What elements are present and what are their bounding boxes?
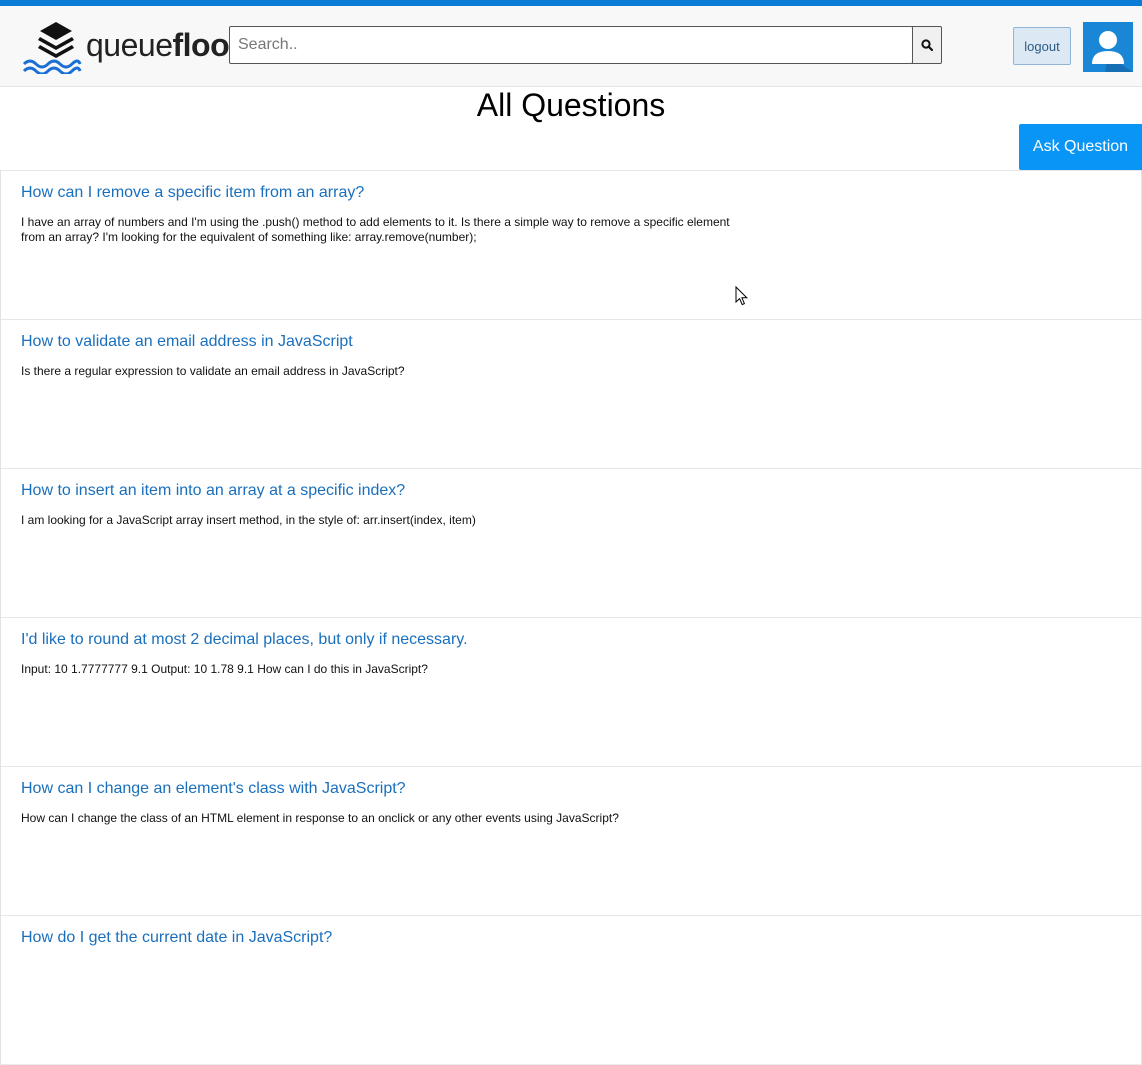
logo-icon xyxy=(22,22,82,76)
header: queueflood logout xyxy=(0,6,1142,87)
logout-button[interactable]: logout xyxy=(1013,27,1071,65)
question-card: How to validate an email address in Java… xyxy=(0,319,1142,469)
question-body: I have an array of numbers and I'm using… xyxy=(21,215,730,244)
search-icon xyxy=(921,39,933,51)
avatar[interactable] xyxy=(1083,22,1133,72)
question-card: How do I get the current date in JavaScr… xyxy=(0,915,1142,1065)
user-silhouette-icon xyxy=(1092,31,1133,72)
question-body: How can I change the class of an HTML el… xyxy=(21,811,619,825)
question-title[interactable]: How to validate an email address in Java… xyxy=(21,332,1121,352)
question-body: Input: 10 1.7777777 9.1 Output: 10 1.78 … xyxy=(21,662,428,676)
logo-text-light: queue xyxy=(86,27,173,63)
page-title: All Questions xyxy=(476,87,666,123)
question-card: How can I change an element's class with… xyxy=(0,766,1142,916)
search-input[interactable] xyxy=(229,26,913,64)
question-card: I'd like to round at most 2 decimal plac… xyxy=(0,617,1142,767)
search-button[interactable] xyxy=(912,26,942,64)
ask-question-button[interactable]: Ask Question xyxy=(1019,124,1142,170)
logo[interactable]: queueflood xyxy=(22,22,249,76)
question-title[interactable]: How can I change an element's class with… xyxy=(21,779,1121,799)
question-body: I am looking for a JavaScript array inse… xyxy=(21,513,476,527)
question-list: How can I remove a specific item from an… xyxy=(0,170,1142,1065)
question-title[interactable]: How to insert an item into an array at a… xyxy=(21,481,1121,501)
question-title[interactable]: How do I get the current date in JavaScr… xyxy=(21,928,1121,948)
logo-text: queueflood xyxy=(86,27,249,64)
question-title[interactable]: I'd like to round at most 2 decimal plac… xyxy=(21,630,1121,650)
question-body: Is there a regular expression to validat… xyxy=(21,364,405,378)
question-card: How to insert an item into an array at a… xyxy=(0,468,1142,618)
mouse-pointer-icon xyxy=(735,286,749,306)
question-card: How can I remove a specific item from an… xyxy=(0,170,1142,320)
question-title[interactable]: How can I remove a specific item from an… xyxy=(21,183,1121,203)
